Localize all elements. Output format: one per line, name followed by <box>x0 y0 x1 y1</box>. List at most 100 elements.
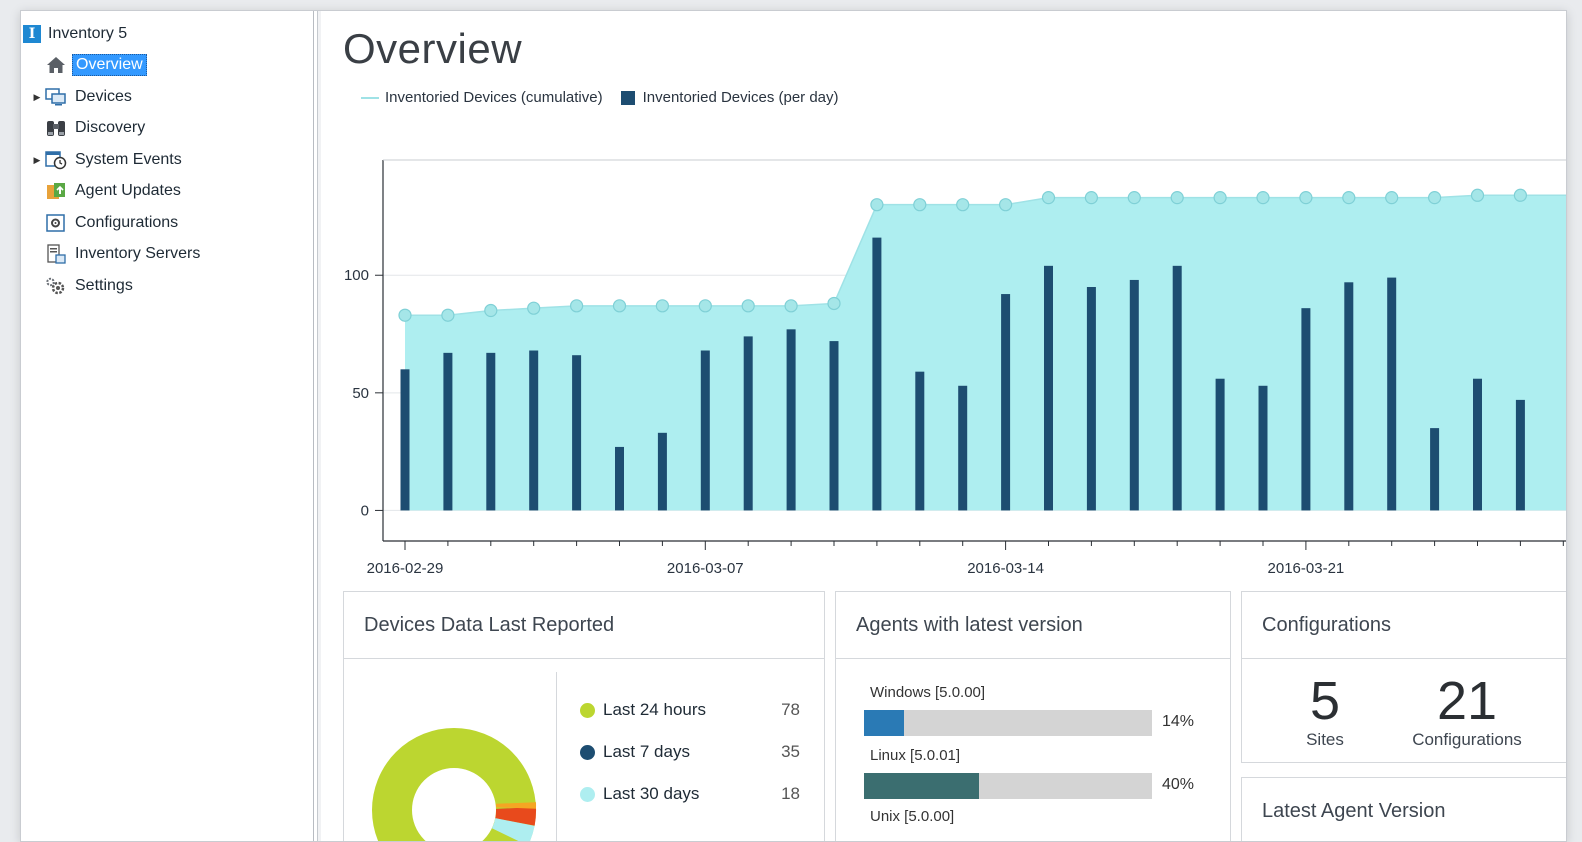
tree-item-label: Devices <box>72 87 135 107</box>
expand-arrow-icon[interactable]: ▶ <box>29 155 45 166</box>
reported-row-24h[interactable]: Last 24 hours 78 <box>580 700 800 720</box>
cumulative-marker <box>871 199 883 211</box>
tree-item-label: Agent Updates <box>72 181 184 201</box>
per-day-bar <box>1387 278 1396 511</box>
legend-cumulative-swatch <box>361 97 379 99</box>
per-day-bar <box>401 369 410 510</box>
agent-progress-bar <box>864 773 1152 799</box>
cumulative-marker <box>828 297 840 309</box>
cumulative-marker <box>1300 192 1312 204</box>
reported-count: 18 <box>760 784 800 804</box>
reported-donut-chart <box>354 662 554 842</box>
card-title: Latest Agent Version <box>1242 778 1567 842</box>
expand-arrow-icon[interactable]: ▶ <box>29 92 45 103</box>
cumulative-marker <box>1171 192 1183 204</box>
tree-item-discovery[interactable]: Discovery <box>29 114 148 142</box>
tree-item-overview[interactable]: Overview <box>29 51 147 79</box>
tree-item-label: Settings <box>72 276 136 296</box>
per-day-bar <box>1473 379 1482 511</box>
binoculars-icon <box>45 117 67 139</box>
per-day-bar <box>872 238 881 511</box>
per-day-bar <box>443 353 452 511</box>
cumulative-marker <box>1128 192 1140 204</box>
per-day-bar <box>658 433 667 511</box>
cumulative-marker <box>1214 192 1226 204</box>
x-tick-label: 2016-02-29 <box>367 560 444 577</box>
inventory-app-icon: I <box>23 25 41 43</box>
tree-item-label: Configurations <box>72 213 181 233</box>
reported-label: Last 30 days <box>603 784 760 804</box>
donut-slice-7d <box>515 808 516 822</box>
card-title: Configurations <box>1242 592 1567 659</box>
cumulative-marker <box>614 300 626 312</box>
reported-count: 78 <box>760 700 800 720</box>
legend-dot <box>580 745 595 760</box>
reported-count: 35 <box>760 742 800 762</box>
cumulative-marker <box>528 302 540 314</box>
agents-latest-card: Agents with latest version Windows [5.0.… <box>835 591 1231 842</box>
devices-chart: 0501002016-02-292016-03-072016-03-142016… <box>321 136 1566 581</box>
reported-row-30d[interactable]: Last 30 days 18 <box>580 784 800 804</box>
tree-item-label: System Events <box>72 150 185 170</box>
cumulative-marker <box>1043 192 1055 204</box>
app-window: I Inventory 5 Overview ▶ Devices Discove… <box>20 10 1567 842</box>
per-day-bar <box>830 341 839 510</box>
per-day-bar <box>1044 266 1053 511</box>
per-day-bar <box>915 372 924 511</box>
cumulative-marker <box>957 199 969 211</box>
x-tick-label: 2016-03-21 <box>1268 560 1345 577</box>
configurations-icon <box>45 212 67 234</box>
cumulative-marker <box>785 300 797 312</box>
home-icon <box>45 54 67 76</box>
tree-item-label: Inventory Servers <box>72 244 203 264</box>
tree-item-devices[interactable]: ▶ Devices <box>29 83 135 111</box>
cumulative-marker <box>914 199 926 211</box>
configurations-card: Configurations 5 Sites 21 Configurations <box>1241 591 1567 763</box>
cumulative-marker <box>1472 189 1484 201</box>
per-day-bar <box>744 336 753 510</box>
tree-item-settings[interactable]: Settings <box>29 272 136 300</box>
cumulative-marker <box>1514 189 1526 201</box>
configurations-count: 21 <box>1402 670 1532 732</box>
per-day-bar <box>1216 379 1225 511</box>
cumulative-marker <box>1085 192 1097 204</box>
devices-icon <box>45 86 67 108</box>
legend-dot <box>580 787 595 802</box>
tree-item-system-events[interactable]: ▶ System Events <box>29 146 185 174</box>
per-day-bar <box>1516 400 1525 511</box>
per-day-bar <box>1130 280 1139 510</box>
page-title: Overview <box>343 25 522 73</box>
legend-per-day-label: Inventoried Devices (per day) <box>643 89 839 106</box>
reported-row-7d[interactable]: Last 7 days 35 <box>580 742 800 762</box>
per-day-bar <box>529 351 538 511</box>
per-day-bar <box>1001 294 1010 510</box>
server-icon <box>45 243 67 265</box>
agent-updates-icon <box>45 180 67 202</box>
y-tick-label: 50 <box>352 385 369 402</box>
per-day-bar <box>486 353 495 511</box>
per-day-bar <box>701 351 710 511</box>
cumulative-marker <box>571 300 583 312</box>
tree-item-agent-updates[interactable]: Agent Updates <box>29 177 184 205</box>
sites-count: 5 <box>1290 670 1360 732</box>
per-day-bar <box>1301 308 1310 510</box>
x-tick-label: 2016-03-14 <box>967 560 1044 577</box>
per-day-bar <box>1430 428 1439 510</box>
tree-item-label: Discovery <box>72 118 148 138</box>
tree-item-inventory-servers[interactable]: Inventory Servers <box>29 240 203 268</box>
reported-label: Last 7 days <box>603 742 760 762</box>
per-day-bar <box>1259 386 1268 511</box>
cumulative-marker <box>656 300 668 312</box>
y-tick-label: 100 <box>344 267 369 284</box>
legend-dot <box>580 703 595 718</box>
per-day-bar <box>572 355 581 510</box>
tree-root-label: Inventory 5 <box>48 25 127 43</box>
agent-progress-fill <box>864 773 979 799</box>
cumulative-marker <box>399 309 411 321</box>
devices-reported-card: Devices Data Last Reported Last 24 hours… <box>343 591 825 842</box>
cumulative-marker <box>1257 192 1269 204</box>
tree-root[interactable]: I Inventory 5 <box>23 23 127 45</box>
reported-label: Last 24 hours <box>603 700 760 720</box>
tree-item-configurations[interactable]: Configurations <box>29 209 181 237</box>
cumulative-marker <box>1386 192 1398 204</box>
